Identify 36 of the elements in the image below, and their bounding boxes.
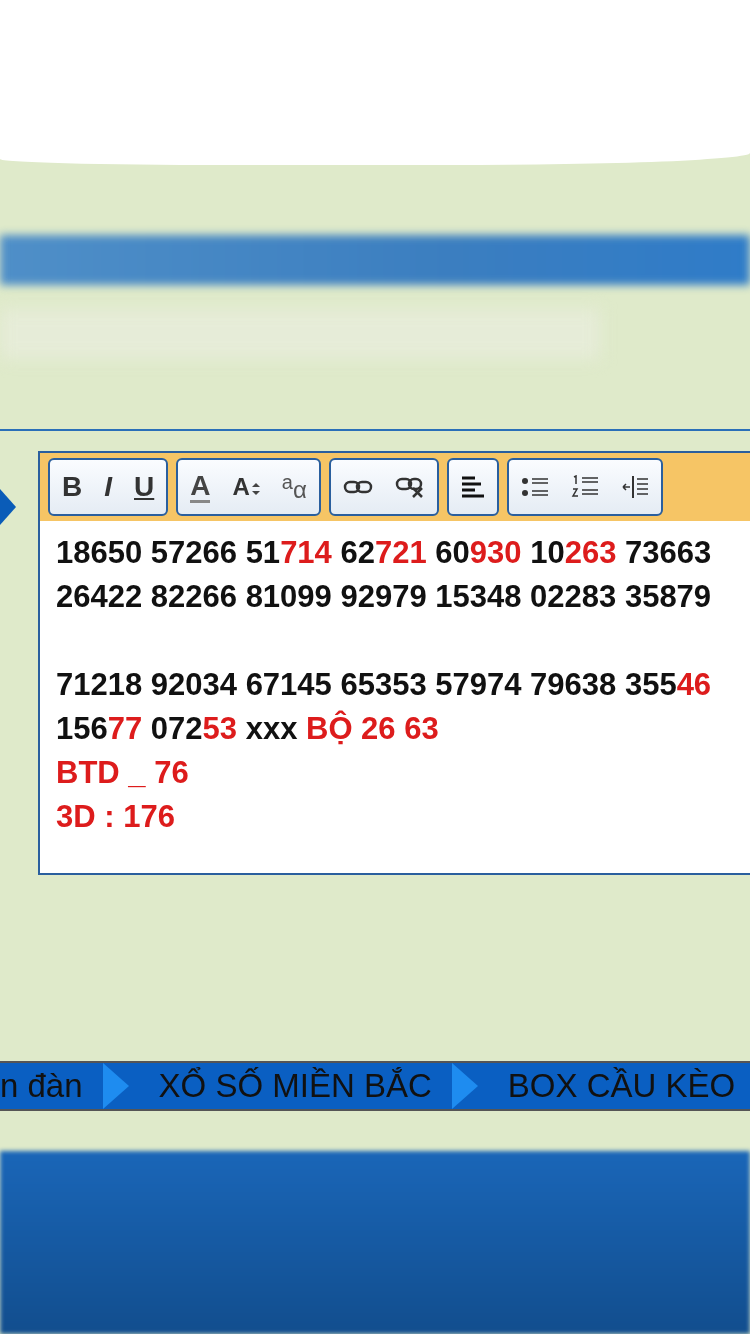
triangle-icon bbox=[0, 489, 16, 525]
chevron-icon bbox=[102, 1063, 129, 1109]
number-text: BỘ 26 63 bbox=[306, 711, 439, 746]
number-text: 072 bbox=[149, 711, 203, 746]
number-text: xxx bbox=[244, 711, 299, 746]
number-text: 263 bbox=[564, 535, 617, 570]
number-text: 156 bbox=[56, 711, 108, 746]
number-text: 3D : 176 bbox=[56, 799, 175, 834]
number-text: 60 bbox=[434, 535, 470, 570]
number-text: 26422 82266 81099 92979 15348 02283 35879 bbox=[56, 579, 712, 614]
font-color-button[interactable]: A bbox=[190, 471, 211, 503]
underline-button[interactable]: U bbox=[134, 473, 155, 501]
number-text: 77 bbox=[107, 711, 143, 746]
number-text: 714 bbox=[280, 535, 332, 570]
number-text: 930 bbox=[469, 535, 522, 570]
number-text: BTD _ 76 bbox=[56, 755, 189, 790]
link-icon[interactable] bbox=[342, 479, 373, 495]
number-text: 18650 57266 51 bbox=[56, 535, 281, 570]
number-text: 721 bbox=[374, 535, 427, 570]
up-down-arrows-icon bbox=[251, 481, 260, 496]
number-text: 46 bbox=[676, 667, 712, 702]
number-text: 53 bbox=[202, 711, 238, 746]
align-left-icon[interactable] bbox=[460, 476, 485, 498]
number-text: 71218 92034 67145 65353 57974 79638 355 bbox=[56, 667, 677, 702]
number-text: 73663 bbox=[624, 535, 712, 570]
font-size-button[interactable]: A bbox=[232, 475, 260, 499]
numbered-list-icon[interactable] bbox=[570, 475, 599, 499]
number-text: 62 bbox=[339, 535, 375, 570]
chevron-icon bbox=[451, 1063, 478, 1109]
bullet-list-icon[interactable] bbox=[520, 476, 549, 498]
italic-button[interactable]: I bbox=[104, 473, 112, 501]
unlink-icon[interactable] bbox=[394, 476, 425, 498]
number-text: 10 bbox=[529, 535, 565, 570]
format-button[interactable]: $^{a}$α bbox=[281, 472, 307, 502]
bold-button[interactable]: B bbox=[62, 473, 83, 501]
outdent-icon[interactable] bbox=[620, 475, 649, 499]
